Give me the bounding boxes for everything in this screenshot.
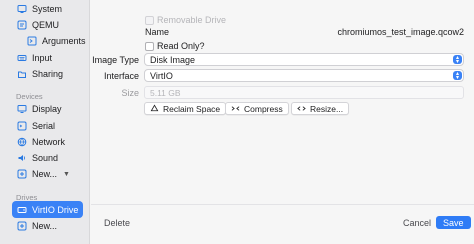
- resize-icon: [297, 106, 306, 111]
- system-icon: [16, 4, 27, 14]
- sidebar-item-qemu[interactable]: QEMU: [16, 17, 59, 33]
- sidebar-item-sound[interactable]: Sound: [16, 150, 58, 166]
- resize-button[interactable]: Resize...: [291, 102, 350, 115]
- sidebar-item-label: Display: [32, 104, 62, 114]
- drive-icon: [16, 205, 27, 215]
- drive-settings-panel: Removable Drive Name chromiumos_test_ima…: [91, 0, 474, 244]
- sidebar-item-label: VirtIO Drive: [32, 205, 79, 215]
- name-value: chromiumos_test_image.qcow2: [337, 27, 464, 37]
- sidebar-item-label: QEMU: [32, 20, 59, 30]
- interface-value: VirtIO: [150, 70, 173, 81]
- sidebar-item-sharing[interactable]: Sharing: [16, 66, 63, 82]
- image-type-select[interactable]: Disk Image ▴ ▾: [144, 53, 464, 66]
- size-label: Size: [121, 88, 139, 98]
- chevron-up-down-icon: ▴ ▾: [453, 55, 462, 65]
- sidebar-item-label: Serial: [32, 121, 56, 131]
- sidebar-item-new-drive[interactable]: New...: [16, 218, 57, 234]
- interface-select[interactable]: VirtIO ▴ ▾: [144, 69, 464, 82]
- plus-icon: [16, 221, 27, 231]
- footer-divider: [91, 204, 474, 205]
- arguments-icon: [26, 36, 37, 46]
- sharing-icon: [16, 69, 27, 79]
- name-label: Name: [145, 27, 170, 37]
- image-type-value: Disk Image: [150, 54, 196, 65]
- sidebar-item-input[interactable]: Input: [16, 50, 52, 66]
- reclaim-space-label: Reclaim Space: [163, 103, 221, 114]
- size-value: 5.11 GB: [150, 87, 181, 98]
- network-icon: [16, 137, 27, 147]
- qemu-icon: [16, 20, 27, 30]
- devices-section-header: Devices: [16, 92, 43, 101]
- reclaim-space-button[interactable]: Reclaim Space: [144, 102, 227, 115]
- sidebar-item-label: Arguments: [42, 36, 86, 46]
- sound-icon: [16, 153, 27, 163]
- resize-label: Resize...: [310, 103, 344, 114]
- sidebar: System QEMU Arguments Input Sharing Devi…: [0, 0, 90, 244]
- plus-icon: [16, 169, 27, 179]
- removable-drive-label: Removable Drive: [157, 15, 227, 25]
- sidebar-item-label: New...: [32, 169, 58, 179]
- removable-drive-checkbox[interactable]: [145, 16, 154, 25]
- interface-label: Interface: [103, 71, 139, 81]
- sidebar-item-arguments[interactable]: Arguments: [26, 33, 86, 49]
- cancel-button[interactable]: Cancel: [403, 218, 431, 228]
- save-button[interactable]: Save: [436, 216, 471, 229]
- read-only-checkbox[interactable]: [145, 42, 154, 51]
- read-only-label: Read Only?: [157, 41, 205, 51]
- size-field: 5.11 GB: [144, 86, 464, 99]
- sidebar-item-network[interactable]: Network: [16, 134, 65, 150]
- sidebar-item-display[interactable]: Display: [16, 101, 62, 117]
- sidebar-item-new-device[interactable]: New... ▼: [16, 166, 70, 182]
- input-icon: [16, 53, 27, 63]
- sidebar-item-label: Sharing: [32, 69, 64, 79]
- chevron-up-down-icon: ▴ ▾: [453, 71, 462, 81]
- chevron-down-icon: ▼: [63, 170, 70, 178]
- image-type-label: Image Type: [92, 55, 139, 65]
- compress-label: Compress: [244, 103, 283, 114]
- delete-button[interactable]: Delete: [104, 218, 130, 228]
- reclaim-icon: [150, 104, 159, 112]
- display-icon: [16, 104, 27, 114]
- compress-icon: [231, 106, 240, 111]
- sidebar-item-system[interactable]: System: [16, 1, 62, 17]
- sidebar-item-label: New...: [32, 221, 58, 231]
- sidebar-item-label: Network: [32, 137, 66, 147]
- sidebar-item-label: System: [32, 4, 63, 14]
- sidebar-item-label: Sound: [32, 153, 59, 163]
- sidebar-item-label: Input: [32, 53, 53, 63]
- sidebar-item-serial[interactable]: Serial: [16, 118, 55, 134]
- serial-icon: [16, 121, 27, 131]
- sidebar-item-virtio-drive[interactable]: VirtIO Drive: [16, 202, 78, 218]
- compress-button[interactable]: Compress: [225, 102, 289, 115]
- save-label: Save: [443, 217, 464, 228]
